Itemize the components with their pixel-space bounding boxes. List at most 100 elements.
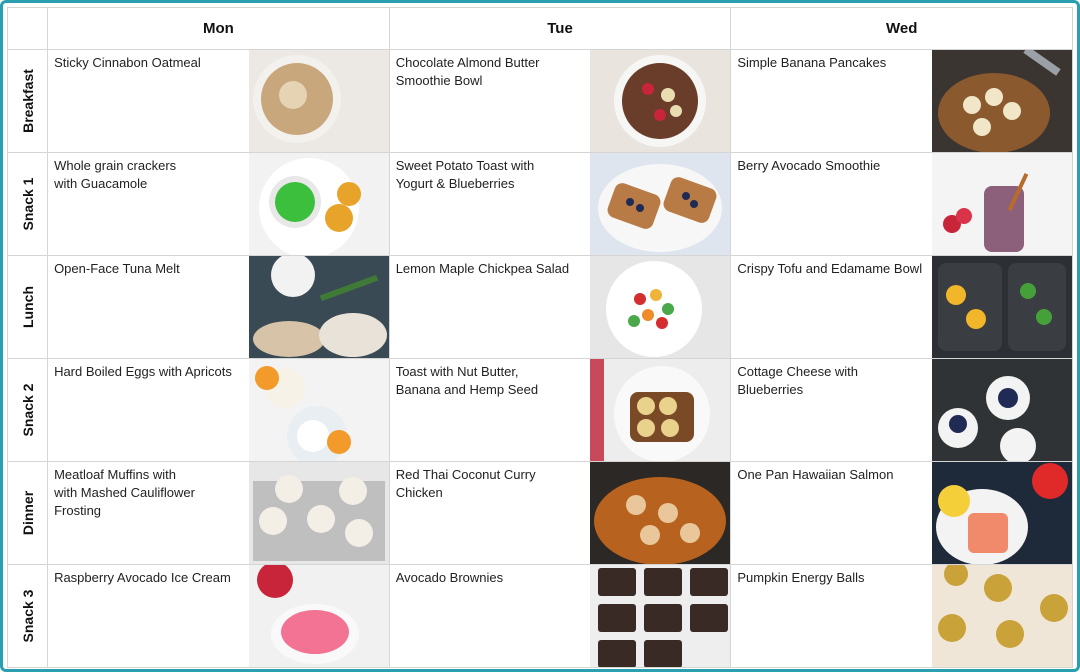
recipe-title[interactable]: Whole grain crackers with Guacamole (54, 157, 244, 193)
recipe-photo[interactable] (248, 50, 389, 152)
recipe-title-line: Blueberries (737, 382, 804, 397)
recipe-title[interactable]: Simple Banana Pancakes (737, 54, 927, 72)
food-photo-image (932, 462, 1072, 564)
corner-cell (6, 7, 49, 50)
recipe-title-line: Pumpkin Energy Balls (737, 570, 865, 585)
recipe-title-line: Simple Banana Pancakes (737, 55, 887, 70)
recipe-title[interactable]: Crispy Tofu and Edamame Bowl (737, 260, 927, 278)
meal-row: Snack 1 Whole grain crackers with Guacamol… (6, 152, 1073, 256)
day-header-mon: Mon (47, 7, 390, 50)
meal-cell-mon[interactable]: Whole grain crackers with Guacamole (47, 152, 390, 256)
food-photo-image (932, 359, 1072, 461)
food-photo-image (932, 50, 1072, 152)
recipe-photo[interactable] (248, 565, 389, 667)
recipe-title-line: with Mashed Cauliflower (54, 485, 195, 500)
meal-row: Snack 3 Raspberry Avocado Ice Cream Avocad… (6, 564, 1073, 668)
meal-label-text: Dinner (19, 490, 36, 536)
recipe-title-line: Banana and Hemp Seed (395, 382, 539, 397)
meal-cell-wed[interactable]: One Pan Hawaiian Salmon (730, 461, 1073, 565)
recipe-title-line: Crispy Tofu and Edamame Bowl (737, 261, 923, 276)
food-photo-image (248, 153, 389, 255)
day-header-tue: Tue (388, 7, 732, 50)
recipe-photo[interactable] (590, 256, 730, 358)
recipe-photo[interactable] (932, 256, 1072, 358)
meal-label: Dinner (6, 461, 49, 565)
meal-row: Dinner Meatloaf Muffins with with Mashed C… (6, 461, 1073, 565)
recipe-title-line: Raspberry Avocado Ice Cream (54, 570, 231, 585)
recipe-title-line: Toast with Nut Butter, (395, 364, 519, 379)
recipe-photo[interactable] (590, 462, 730, 564)
recipe-title-line: Frosting (54, 503, 102, 518)
meal-row: Breakfast Sticky Cinnabon Oatmeal Chocolat… (6, 49, 1073, 153)
food-photo-image (248, 359, 389, 461)
recipe-photo[interactable] (248, 256, 389, 358)
recipe-title[interactable]: Open-Face Tuna Melt (54, 260, 244, 278)
recipe-photo[interactable] (248, 153, 389, 255)
recipe-title[interactable]: Sticky Cinnabon Oatmeal (54, 54, 244, 72)
meal-cell-mon[interactable]: Open-Face Tuna Melt (47, 255, 390, 359)
meal-label-text: Breakfast (19, 69, 36, 133)
recipe-photo[interactable] (590, 153, 730, 255)
recipe-title[interactable]: Hard Boiled Eggs with Apricots (54, 363, 244, 381)
meal-label: Snack 1 (6, 152, 49, 256)
recipe-title[interactable]: Red Thai Coconut Curry Chicken (396, 466, 586, 502)
meal-label-text: Lunch (19, 286, 36, 328)
meal-cell-tue[interactable]: Chocolate Almond Butter Smoothie Bowl (388, 49, 732, 153)
food-photo-image (932, 256, 1072, 358)
meal-cell-tue[interactable]: Lemon Maple Chickpea Salad (388, 255, 732, 359)
food-photo-image (248, 565, 389, 667)
recipe-title[interactable]: Berry Avocado Smoothie (737, 157, 927, 175)
recipe-title[interactable]: Meatloaf Muffins with with Mashed Caulifl… (54, 466, 244, 520)
recipe-title-line: Sweet Potato Toast with (395, 158, 535, 173)
meal-cell-mon[interactable]: Raspberry Avocado Ice Cream (47, 564, 390, 668)
recipe-photo[interactable] (932, 462, 1072, 564)
day-header-wed: Wed (730, 7, 1073, 50)
food-photo-image (590, 359, 730, 461)
recipe-photo[interactable] (932, 50, 1072, 152)
recipe-title-line: Whole grain crackers (54, 158, 177, 173)
recipe-title[interactable]: Cottage Cheese with Blueberries (737, 363, 927, 399)
recipe-photo[interactable] (932, 153, 1072, 255)
recipe-title[interactable]: Lemon Maple Chickpea Salad (396, 260, 586, 278)
meal-label-text: Snack 1 (19, 177, 36, 231)
recipe-title[interactable]: Avocado Brownies (396, 569, 586, 587)
meal-cell-wed[interactable]: Simple Banana Pancakes (730, 49, 1073, 153)
recipe-photo[interactable] (590, 359, 730, 461)
food-photo-image (932, 153, 1072, 255)
recipe-title-line: Berry Avocado Smoothie (737, 158, 881, 173)
recipe-title[interactable]: One Pan Hawaiian Salmon (737, 466, 927, 484)
food-photo-image (248, 256, 389, 358)
recipe-photo[interactable] (248, 462, 389, 564)
recipe-title[interactable]: Chocolate Almond Butter Smoothie Bowl (396, 54, 586, 90)
recipe-title[interactable]: Raspberry Avocado Ice Cream (54, 569, 244, 587)
recipe-title-line: Chocolate Almond Butter (395, 55, 540, 70)
meal-cell-wed[interactable]: Berry Avocado Smoothie (730, 152, 1073, 256)
recipe-photo[interactable] (590, 50, 730, 152)
meal-cell-mon[interactable]: Sticky Cinnabon Oatmeal (47, 49, 390, 153)
meal-label: Breakfast (6, 49, 49, 153)
recipe-photo[interactable] (932, 565, 1072, 667)
meal-cell-tue[interactable]: Sweet Potato Toast with Yogurt & Blueberr… (388, 152, 732, 256)
food-photo-image (590, 50, 730, 152)
meal-cell-wed[interactable]: Cottage Cheese with Blueberries (730, 358, 1073, 462)
recipe-photo[interactable] (932, 359, 1072, 461)
meal-cell-mon[interactable]: Hard Boiled Eggs with Apricots (47, 358, 390, 462)
meal-cell-tue[interactable]: Avocado Brownies (388, 564, 732, 668)
meal-cell-wed[interactable]: Pumpkin Energy Balls (730, 564, 1073, 668)
meal-cell-tue[interactable]: Toast with Nut Butter, Banana and Hemp Se… (388, 358, 732, 462)
recipe-title-line: Yogurt & Blueberries (395, 176, 515, 191)
meal-cell-tue[interactable]: Red Thai Coconut Curry Chicken (388, 461, 732, 565)
recipe-title[interactable]: Toast with Nut Butter, Banana and Hemp Se… (396, 363, 586, 399)
recipe-title[interactable]: Sweet Potato Toast with Yogurt & Blueberr… (396, 157, 586, 193)
food-photo-image (590, 256, 730, 358)
meal-label: Snack 3 (6, 564, 49, 668)
recipe-photo[interactable] (248, 359, 389, 461)
recipe-title[interactable]: Pumpkin Energy Balls (737, 569, 927, 587)
meal-label-text: Snack 3 (19, 589, 36, 643)
meal-row: Snack 2 Hard Boiled Eggs with Apricots Toa… (6, 358, 1073, 462)
meal-cell-mon[interactable]: Meatloaf Muffins with with Mashed Caulifl… (47, 461, 390, 565)
recipe-photo[interactable] (590, 565, 730, 667)
recipe-title-line: Hard Boiled Eggs with Apricots (54, 364, 232, 379)
food-photo-image (590, 462, 730, 564)
meal-cell-wed[interactable]: Crispy Tofu and Edamame Bowl (730, 255, 1073, 359)
